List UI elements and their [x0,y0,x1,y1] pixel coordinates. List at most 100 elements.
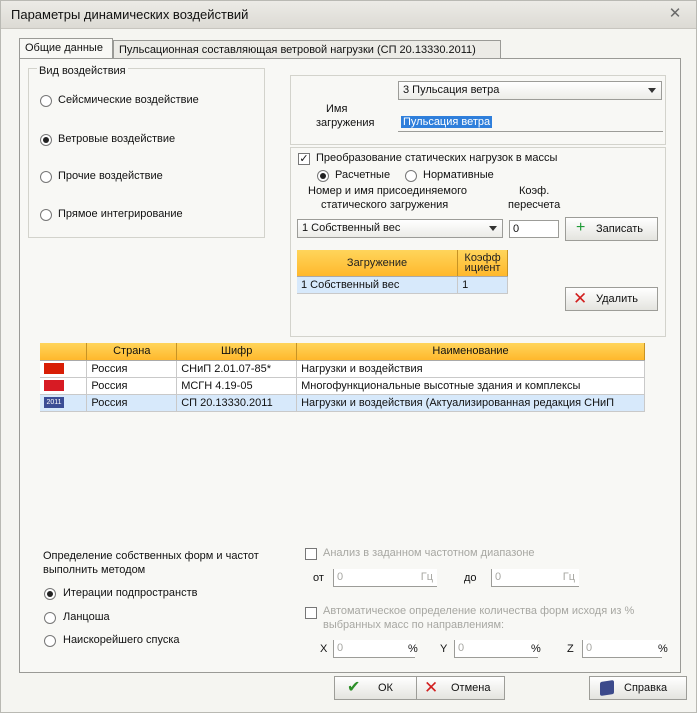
attached-load-label-line2: статического загружения [321,199,449,211]
frequency-range-label: Анализ в заданном частотном диапазоне [323,547,535,559]
other-impact-label: Прочие воздействие [58,170,163,182]
ok-button[interactable]: ✔ ОК [334,676,417,700]
plus-icon: + [576,219,586,236]
lanczos-label: Ланцоша [63,611,110,623]
static-load-dropdown[interactable]: 1 Собственный вес [297,219,503,238]
modes-label-line1: Определение собственных форм и частот [43,550,259,562]
seismic-radio[interactable] [40,95,52,107]
subspace-iteration-label: Итерации подпространств [63,587,198,599]
table-row[interactable]: Россия МСГН 4.19-05 Многофункциональные … [40,377,645,395]
norms-name: Нагрузки и воздействия [296,360,645,378]
from-label: от [313,572,324,584]
norms-header-name: Наименование [296,343,645,361]
write-button-label: Записать [596,223,644,235]
coefficient-input[interactable]: 0 [509,220,559,238]
norms-header-flag [40,343,88,361]
z-percent-input[interactable]: 0 [582,640,662,658]
frequency-range-checkbox[interactable] [305,548,317,560]
x-percent-input[interactable]: 0 [333,640,415,658]
z-percent-value: 0 [586,642,593,654]
table-row[interactable]: 2011 Россия СП 20.13330.2011 Нагрузки и … [40,394,645,412]
normative-values-label: Нормативные [423,169,494,181]
load-name-value: Пульсация ветра [401,116,493,128]
design-values-radio[interactable] [317,170,329,182]
norms-header-code: Шифр [176,343,298,361]
write-button[interactable]: + Записать [565,217,658,241]
chevron-down-icon [489,226,497,231]
auto-forms-label-line1: Автоматическое определение количества фо… [323,605,635,617]
frequency-to-value: 0 [495,571,502,583]
chevron-down-icon [648,88,656,93]
tab-general[interactable]: Общие данные [19,38,113,60]
direct-integration-radio[interactable] [40,209,52,221]
title-bar: Параметры динамических воздействий ✕ [1,1,696,29]
convert-static-loads-checkbox[interactable]: ✓ [298,153,310,165]
load-name-label-line1: Имя [326,103,348,115]
tab-wind-pulsation[interactable]: Пульсационная составляющая ветровой нагр… [113,40,501,60]
x-unit: % [408,643,418,655]
x-percent-value: 0 [337,642,344,654]
seismic-label: Сейсмические воздействие [58,94,199,106]
auto-forms-checkbox[interactable] [305,607,317,619]
book-icon [600,680,614,696]
help-button[interactable]: Справка [589,676,687,700]
static-load-value: 1 Собственный вес [302,222,401,234]
russia-flag-icon [44,380,64,392]
load-name-label-line2: загружения [316,117,375,129]
other-impact-radio[interactable] [40,171,52,183]
help-button-label: Справка [624,682,668,694]
delete-button[interactable]: ✕ Удалить [565,287,658,311]
check-icon: ✔ [347,679,361,696]
frequency-from-input[interactable]: 0 Гц [333,569,437,587]
table-row[interactable]: 1 Собственный вес 1 [297,276,508,294]
steepest-descent-radio[interactable] [44,635,56,647]
load-name-input[interactable]: Пульсация ветра [398,114,663,132]
attached-load-label-line1: Номер и имя присоединяемого [308,185,467,197]
coefficient-label-line2: пересчета [508,199,561,211]
china-flag-icon [44,363,64,375]
norms-code: СНиП 2.01.07-85* [176,360,298,378]
table-cell-load-name: 1 Собственный вес [297,276,459,294]
frequency-from-value: 0 [337,571,344,583]
norms-header-country: Страна [86,343,178,361]
table-cell-coefficient: 1 [457,276,508,294]
load-type-value: 3 Пульсация ветра [403,84,500,96]
frequency-to-input[interactable]: 0 Гц [491,569,579,587]
lanczos-radio[interactable] [44,612,56,624]
z-label: Z [567,643,574,655]
ok-button-label: ОК [378,682,393,694]
table-header-load: Загружение [297,250,459,277]
norms-country: Россия [86,360,178,378]
design-values-label: Расчетные [335,169,391,181]
attached-loads-table: Загружение Коэфф ициент 1 Собственный ве… [297,250,508,294]
y-percent-value: 0 [458,642,465,654]
y-percent-input[interactable]: 0 [454,640,538,658]
to-label: до [464,572,477,584]
impact-type-label: Вид воздействия [37,65,128,77]
close-icon[interactable]: ✕ [666,5,684,23]
subspace-iteration-radio[interactable] [44,588,56,600]
table-header-coefficient: Коэфф ициент [457,250,508,277]
normative-values-radio[interactable] [405,170,417,182]
z-unit: % [658,643,668,655]
wind-label: Ветровые воздействие [58,133,176,145]
convert-static-loads-label: Преобразование статических нагрузок в ма… [316,152,558,164]
russia-flag-2011-icon: 2011 [44,397,64,409]
y-unit: % [531,643,541,655]
dialog-title: Параметры динамических воздействий [11,7,249,22]
dialog-window: Параметры динамических воздействий ✕ Общ… [0,0,697,713]
cancel-button[interactable]: ✕ Отмена [416,676,505,700]
frequency-to-unit: Гц [562,571,575,583]
general-data-panel: Вид воздействия Сейсмические воздействие… [19,58,681,673]
modes-label-line2: выполнить методом [43,564,146,576]
table-row[interactable]: Россия СНиП 2.01.07-85* Нагрузки и возде… [40,360,645,378]
load-type-dropdown[interactable]: 3 Пульсация ветра [398,81,662,100]
wind-radio[interactable] [40,134,52,146]
norms-country: Россия [86,377,178,395]
auto-forms-label-line2: выбранных масс по направлениям: [323,619,505,631]
steepest-descent-label: Наискорейшего спуска [63,634,180,646]
norms-country: Россия [86,394,178,412]
cancel-button-label: Отмена [451,682,491,694]
norms-table: Страна Шифр Наименование Россия СНиП 2.0… [40,343,645,412]
close-icon: ✕ [424,678,439,697]
